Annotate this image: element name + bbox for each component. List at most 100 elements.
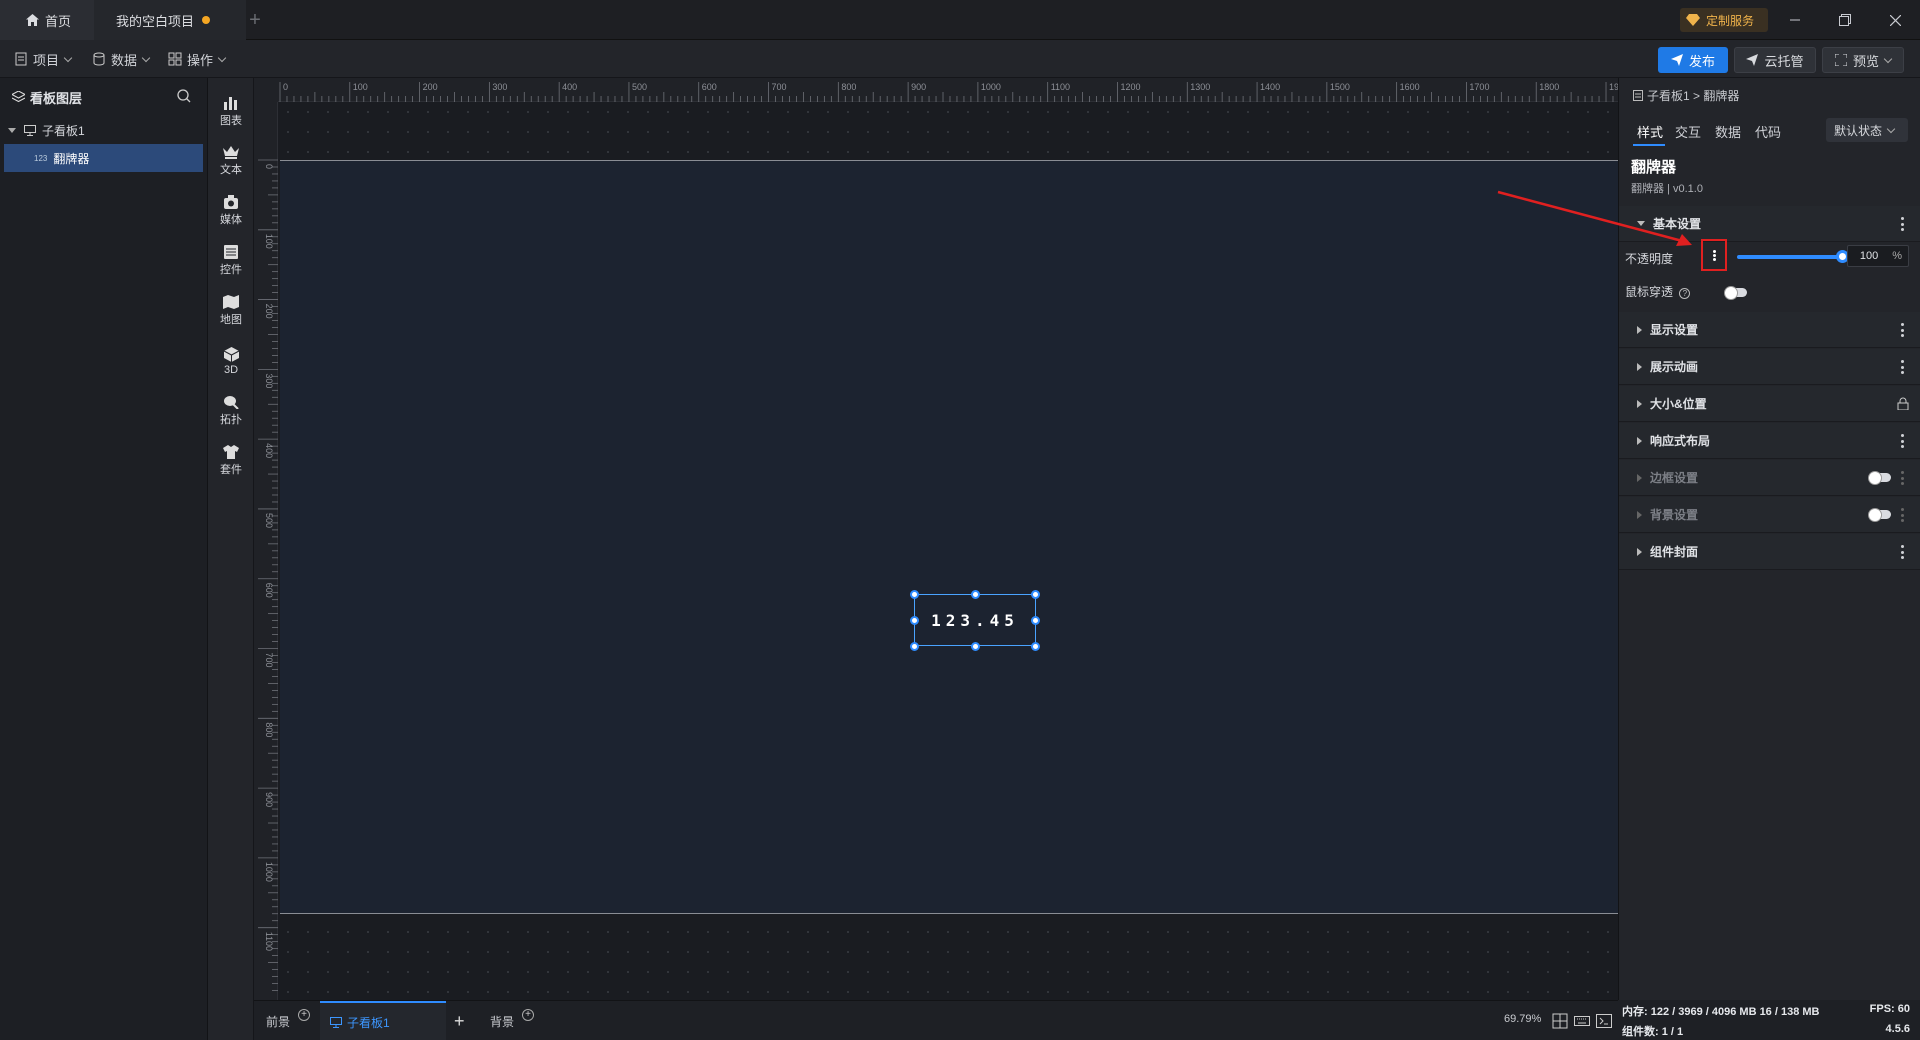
bar-chart-icon (224, 96, 237, 110)
tab-style[interactable]: 样式 (1637, 122, 1663, 141)
minimize-icon (1790, 19, 1800, 21)
component-control[interactable]: 控件 (208, 236, 254, 286)
active-tab-indicator (1633, 144, 1665, 146)
board[interactable]: 123.45 (280, 160, 1618, 914)
opacity-slider-track[interactable] (1737, 255, 1843, 259)
resize-handle[interactable] (910, 642, 919, 651)
component-bar: 图表 文本 媒体 控件 地图 3D 拓扑 套件 (208, 78, 254, 1040)
border-toggle[interactable] (1868, 471, 1891, 485)
tab-subboard[interactable]: 子看板1 (320, 1001, 446, 1040)
section-title: 展示动画 (1650, 360, 1699, 374)
add-tab-button[interactable]: + (246, 0, 264, 40)
fit-screen-icon[interactable] (1552, 1013, 1568, 1029)
component-label: 图表 (220, 114, 242, 127)
canvas-area[interactable]: 123.45 0 100 200 300 400 500 600 700 800 900 1000 1… (254, 78, 1618, 1000)
tab-data[interactable]: 数据 (1715, 122, 1741, 141)
more-options-icon[interactable] (1901, 508, 1905, 522)
zoom-level[interactable]: 69.79% (1504, 1013, 1541, 1025)
menu-project[interactable]: 项目 (14, 48, 73, 70)
chevron-down-icon (217, 53, 227, 62)
restore-button[interactable] (1822, 0, 1868, 40)
add-circle-icon[interactable]: + (522, 1009, 535, 1021)
help-icon[interactable]: ? (1679, 288, 1691, 299)
ruler-label: 200 (264, 304, 274, 319)
keyboard-icon[interactable] (1574, 1013, 1590, 1029)
ruler-label: 800 (264, 722, 274, 737)
resize-handle[interactable] (1031, 590, 1040, 599)
monitor-icon (330, 1016, 342, 1028)
tab-foreground[interactable]: 前景 + (266, 1001, 311, 1040)
component-3d[interactable]: 3D (208, 336, 254, 386)
more-options-icon[interactable] (1901, 434, 1905, 448)
tree-item-subboard[interactable]: 子看板1 (0, 116, 207, 144)
tab-home[interactable]: 首页 (0, 0, 94, 40)
resize-handle[interactable] (910, 616, 919, 625)
more-options-icon[interactable] (1901, 217, 1905, 231)
add-circle-icon[interactable]: + (298, 1009, 311, 1021)
lock-icon[interactable] (1897, 397, 1909, 410)
opacity-input[interactable]: 100 % (1847, 245, 1909, 267)
menu-data[interactable]: 数据 (92, 48, 151, 70)
component-chart[interactable]: 图表 (208, 86, 254, 136)
component-map[interactable]: 地图 (208, 286, 254, 336)
menu-operation[interactable]: 操作 (168, 48, 227, 70)
resize-handle[interactable] (1031, 616, 1040, 625)
close-icon (1889, 14, 1901, 26)
ruler-label: 1300 (1190, 82, 1210, 92)
tab-interaction[interactable]: 交互 (1675, 122, 1701, 141)
ruler-label: 1000 (981, 82, 1001, 92)
component-media[interactable]: 媒体 (208, 186, 254, 236)
tab-project[interactable]: 我的空白项目 (94, 0, 246, 40)
resize-handle[interactable] (1031, 642, 1040, 651)
layers-title: 看板图层 (30, 90, 83, 106)
preview-button[interactable]: 预览 (1822, 47, 1904, 73)
search-icon[interactable] (177, 89, 191, 103)
component-label: 3D (223, 363, 239, 376)
close-button[interactable] (1872, 0, 1918, 40)
state-select[interactable]: 默认状态 (1826, 118, 1908, 142)
memory-status: 内存: 122 / 3969 / 4096 MB 16 / 138 MB (1622, 1006, 1820, 1018)
section-background-settings[interactable]: 背景设置 (1619, 497, 1920, 533)
menu-operation-label: 操作 (187, 52, 214, 68)
minimize-button[interactable] (1772, 0, 1818, 40)
section-animation[interactable]: 展示动画 (1619, 349, 1920, 385)
section-title: 边框设置 (1650, 471, 1699, 485)
more-options-icon[interactable] (1901, 360, 1905, 374)
tree-item-flipper[interactable]: 123 翻牌器 (4, 144, 203, 172)
mouse-through-toggle[interactable] (1724, 286, 1747, 300)
component-suite[interactable]: 套件 (208, 436, 254, 486)
tab-code[interactable]: 代码 (1755, 122, 1781, 141)
component-text[interactable]: 文本 (208, 136, 254, 186)
section-display-settings[interactable]: 显示设置 (1619, 312, 1920, 348)
section-component-cover[interactable]: 组件封面 (1619, 534, 1920, 570)
section-border-settings[interactable]: 边框设置 (1619, 460, 1920, 496)
background-toggle[interactable] (1868, 508, 1891, 522)
more-options-icon[interactable] (1901, 471, 1905, 485)
ruler-label: 200 (423, 82, 438, 92)
custom-service-button[interactable]: 定制服务 (1680, 8, 1768, 32)
more-options-icon[interactable] (1901, 545, 1905, 559)
add-board-button[interactable]: + (454, 1001, 465, 1040)
ruler-label: 1200 (1120, 82, 1140, 92)
resize-handle[interactable] (971, 642, 980, 651)
terminal-icon[interactable] (1596, 1013, 1612, 1029)
section-size-position[interactable]: 大小&位置 (1619, 386, 1920, 422)
caret-right-icon (1637, 325, 1642, 334)
diamond-icon (1686, 14, 1700, 26)
ruler-label: 400 (562, 82, 577, 92)
flipper-widget[interactable]: 123.45 (910, 590, 1040, 651)
section-responsive-layout[interactable]: 响应式布局 (1619, 423, 1920, 459)
ruler-label: 0 (283, 82, 288, 92)
publish-button[interactable]: 发布 (1658, 47, 1728, 73)
document-icon (15, 52, 27, 66)
layers-panel: 看板图层 子看板1 123 翻牌器 (0, 78, 208, 1040)
ruler-label: 1100 (264, 932, 274, 951)
tab-background[interactable]: 背景 + (490, 1001, 535, 1040)
resize-handle[interactable] (910, 590, 919, 599)
component-label: 套件 (220, 464, 242, 476)
more-options-icon[interactable] (1901, 323, 1905, 337)
mouse-through-label: 鼠标穿透 ? (1625, 283, 1691, 300)
cloud-hosting-button[interactable]: 云托管 (1734, 47, 1816, 73)
component-topology[interactable]: 拓扑 (208, 386, 254, 436)
resize-handle[interactable] (971, 590, 980, 599)
